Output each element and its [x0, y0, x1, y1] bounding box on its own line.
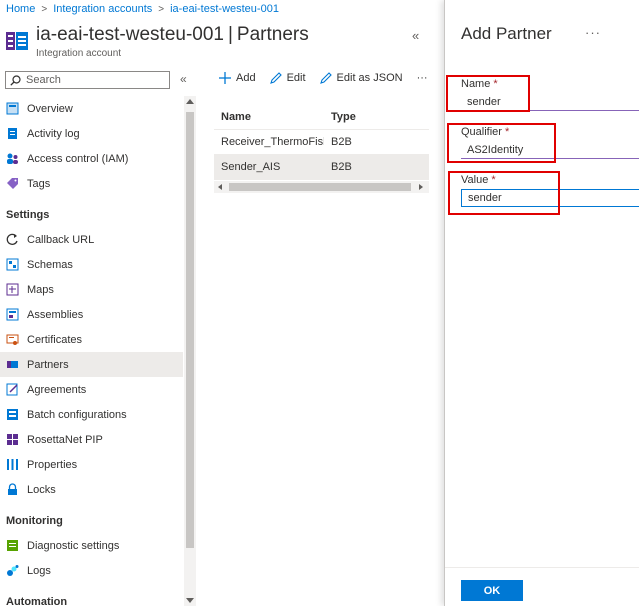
table-row[interactable]: Sender_AIS B2B	[214, 155, 429, 180]
pencil-icon	[269, 72, 282, 84]
properties-icon	[6, 458, 19, 471]
menu-item-assemblies[interactable]: Assemblies	[0, 302, 183, 327]
chevron-right-icon: >	[158, 3, 165, 15]
menu-item-activity-log[interactable]: Activity log	[0, 121, 183, 146]
menu-section-settings: Settings	[6, 208, 50, 221]
more-icon: ···	[416, 72, 428, 84]
resource-type-subtitle: Integration account	[36, 48, 122, 59]
scroll-down-arrow-icon[interactable]	[186, 598, 194, 603]
batch-icon	[6, 408, 19, 421]
menu-item-schemas[interactable]: Schemas	[0, 252, 183, 277]
cell-name: Receiver_ThermoFish...	[221, 136, 324, 148]
search-placeholder: Search	[26, 74, 61, 86]
panel-title: Add Partner	[461, 24, 552, 43]
callback-icon	[6, 233, 19, 246]
menu-section-monitoring: Monitoring	[6, 514, 63, 527]
cell-name: Sender_AIS	[221, 161, 281, 173]
rosettanet-icon	[6, 433, 19, 446]
edit-button[interactable]: Edit	[269, 72, 306, 84]
cell-type: B2B	[331, 136, 352, 148]
grid-scrollbar-thumb[interactable]	[229, 183, 411, 191]
diagnostic-icon	[6, 539, 19, 552]
schema-icon	[6, 258, 19, 271]
menu-item-callback-url[interactable]: Callback URL	[0, 227, 183, 252]
breadcrumb: Home > Integration accounts > ia-eai-tes…	[6, 1, 279, 17]
assembly-icon	[6, 308, 19, 321]
panel-more-icon[interactable]: ···	[585, 25, 601, 40]
page-title: ia-eai-test-westeu-001 | Partners	[36, 24, 309, 45]
collapse-menu-icon[interactable]: «	[180, 72, 187, 86]
highlight-box-name	[446, 75, 530, 112]
add-button[interactable]: Add	[219, 72, 256, 84]
breadcrumb-home[interactable]: Home	[6, 3, 35, 15]
pencil-icon	[319, 72, 332, 84]
resource-menu: Overview Activity log Access control (IA…	[0, 96, 183, 606]
command-bar: Add Edit Edit as JSON ···	[219, 72, 442, 84]
scroll-up-arrow-icon[interactable]	[186, 99, 194, 104]
lock-icon	[6, 483, 19, 496]
panel-footer-divider	[445, 567, 639, 568]
menu-item-partners[interactable]: Partners	[0, 352, 183, 377]
highlight-box-qualifier	[447, 123, 556, 163]
scroll-left-arrow-icon[interactable]	[218, 184, 222, 190]
activity-log-icon	[6, 127, 19, 140]
people-icon	[6, 152, 19, 165]
menu-item-logs[interactable]: Logs	[0, 558, 183, 583]
table-row[interactable]: Receiver_ThermoFish... B2B	[214, 130, 429, 155]
resource-header: ia-eai-test-westeu-001 | Partners Integrat…	[6, 24, 309, 59]
menu-section-automation: Automation	[6, 595, 68, 606]
column-header-type[interactable]: Type	[324, 111, 429, 123]
edit-as-json-button[interactable]: Edit as JSON	[319, 72, 403, 84]
grid-header: Name Type	[214, 104, 429, 130]
breadcrumb-integration-accounts[interactable]: Integration accounts	[53, 3, 152, 15]
menu-item-maps[interactable]: Maps	[0, 277, 183, 302]
search-input[interactable]: Search	[5, 71, 170, 89]
plus-icon	[219, 72, 231, 84]
add-partner-panel: Add Partner ··· Name * sender Qualifier …	[444, 0, 639, 606]
integration-account-icon	[6, 30, 28, 52]
cell-type: B2B	[331, 161, 352, 173]
breadcrumb-resource[interactable]: ia-eai-test-westeu-001	[170, 3, 279, 15]
partners-icon	[6, 358, 19, 371]
menu-item-agreements[interactable]: Agreements	[0, 377, 183, 402]
logs-icon	[6, 564, 19, 577]
highlight-box-value	[448, 171, 560, 215]
certificate-icon	[6, 333, 19, 346]
scroll-right-arrow-icon[interactable]	[419, 184, 423, 190]
menu-item-rosettanet-pip[interactable]: RosettaNet PIP	[0, 427, 183, 452]
menu-item-access-control[interactable]: Access control (IAM)	[0, 146, 183, 171]
tag-icon	[6, 177, 19, 190]
menu-item-tags[interactable]: Tags	[0, 171, 183, 196]
partners-grid: Name Type Receiver_ThermoFish... B2B Sen…	[214, 104, 429, 180]
menu-item-diagnostic-settings[interactable]: Diagnostic settings	[0, 533, 183, 558]
menu-item-overview[interactable]: Overview	[0, 96, 183, 121]
map-icon	[6, 283, 19, 296]
column-header-name[interactable]: Name	[214, 111, 324, 123]
menu-scrollbar-thumb[interactable]	[186, 112, 194, 548]
menu-item-certificates[interactable]: Certificates	[0, 327, 183, 352]
search-icon	[10, 74, 21, 86]
ok-button[interactable]: OK	[461, 580, 523, 601]
menu-item-properties[interactable]: Properties	[0, 452, 183, 477]
resource-name: ia-eai-test-westeu-001	[36, 24, 224, 45]
more-commands-button[interactable]: ···	[417, 72, 428, 84]
page-name: Partners	[236, 24, 309, 45]
chevron-right-icon: >	[41, 3, 48, 15]
menu-item-locks[interactable]: Locks	[0, 477, 183, 502]
agreement-icon	[6, 383, 19, 396]
menu-item-batch-configurations[interactable]: Batch configurations	[0, 402, 183, 427]
overview-icon	[6, 102, 19, 115]
collapse-blade-icon[interactable]: «	[412, 28, 419, 43]
